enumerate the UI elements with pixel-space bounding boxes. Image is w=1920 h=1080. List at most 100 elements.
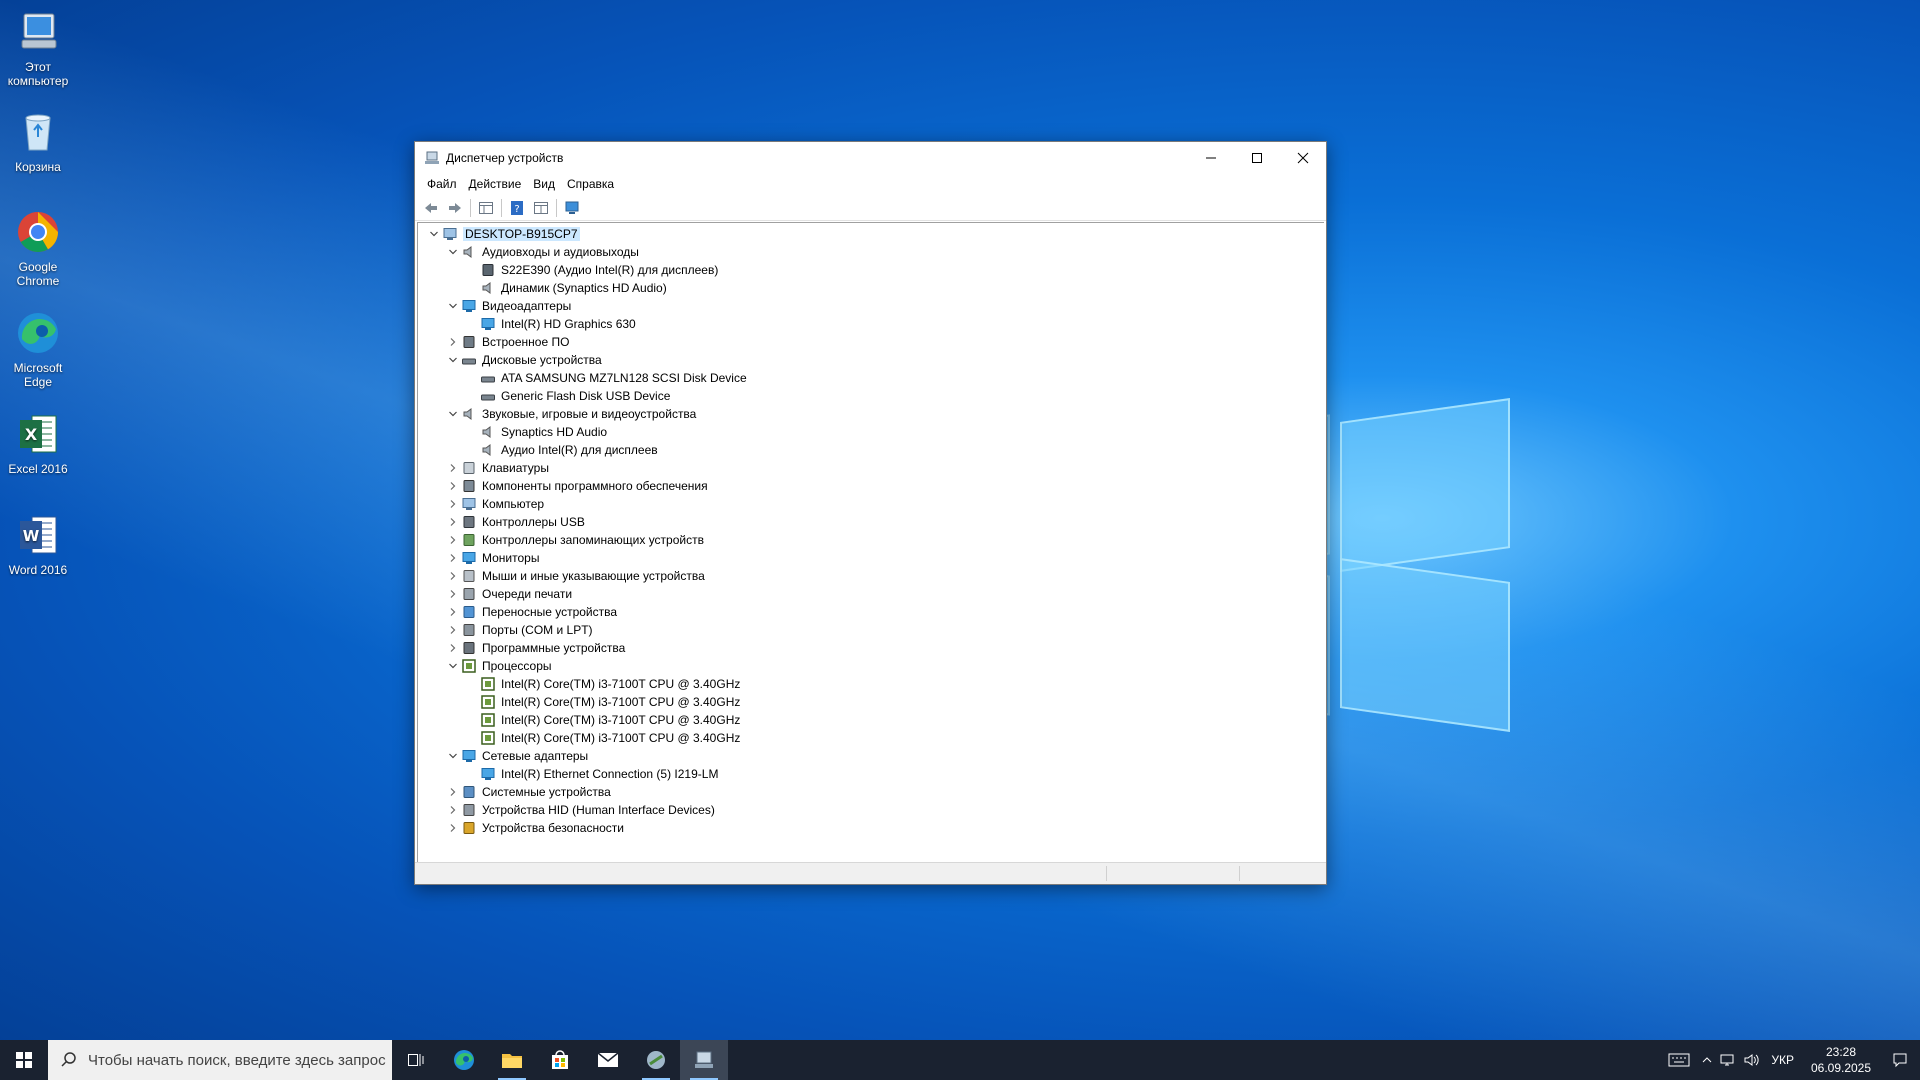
menu-help[interactable]: Справка (561, 177, 620, 191)
desktop-icon-word[interactable]: W Word 2016 (2, 511, 74, 577)
scan-hardware-button[interactable] (560, 197, 584, 219)
tree-category-node[interactable]: Процессоры (445, 657, 552, 675)
chevron-right-icon[interactable] (445, 567, 461, 585)
chevron-right-icon[interactable] (445, 801, 461, 819)
chevron-right-icon[interactable] (445, 513, 461, 531)
taskbar-file-explorer[interactable] (488, 1040, 536, 1080)
menu-action[interactable]: Действие (463, 177, 528, 191)
tree-category-node[interactable]: Устройства HID (Human Interface Devices) (445, 801, 715, 819)
tree-device-node[interactable]: Intel(R) Core(TM) i3-7100T CPU @ 3.40GHz (464, 729, 740, 747)
taskbar-search-box[interactable]: Чтобы начать поиск, введите здесь запрос (48, 1040, 392, 1080)
show-hidden-icons-button[interactable] (1699, 1040, 1715, 1080)
title-bar[interactable]: Диспетчер устройств (415, 142, 1326, 173)
maximize-button[interactable] (1234, 142, 1280, 173)
chevron-down-icon[interactable] (445, 297, 461, 315)
menu-file[interactable]: Файл (421, 177, 463, 191)
device-tree[interactable]: DESKTOP-B915CP7 Аудиовходы и аудиовыходы S… (417, 222, 1324, 862)
tree-category-node[interactable]: Аудиовходы и аудиовыходы (445, 243, 639, 261)
task-view-button[interactable] (392, 1040, 440, 1080)
chevron-right-icon[interactable] (445, 603, 461, 621)
close-button[interactable] (1280, 142, 1326, 173)
taskbar-store[interactable] (536, 1040, 584, 1080)
tree-device-node[interactable]: Generic Flash Disk USB Device (464, 387, 670, 405)
taskbar-edge[interactable] (440, 1040, 488, 1080)
tree-category-node[interactable]: Порты (COM и LPT) (445, 621, 593, 639)
chevron-right-icon[interactable] (445, 639, 461, 657)
chevron-down-icon[interactable] (445, 405, 461, 423)
help-button[interactable]: ? (505, 197, 529, 219)
tree-category-node[interactable]: Клавиатуры (445, 459, 549, 477)
device-manager-window[interactable]: Диспетчер устройств Файл Действие Вид Сп… (414, 141, 1327, 885)
network-adapter-icon (462, 750, 476, 762)
taskbar-app[interactable] (632, 1040, 680, 1080)
tree-category-node[interactable]: Очереди печати (445, 585, 572, 603)
status-bar-divider (1239, 866, 1240, 881)
chevron-right-icon[interactable] (445, 477, 461, 495)
desktop-icon-edge[interactable]: Microsoft Edge (2, 309, 74, 389)
tree-root-node[interactable]: DESKTOP-B915CP7 (426, 225, 580, 243)
tree-category-node[interactable]: Контроллеры запоминающих устройств (445, 531, 704, 549)
chevron-right-icon[interactable] (445, 549, 461, 567)
tree-device-node[interactable]: Intel(R) Core(TM) i3-7100T CPU @ 3.40GHz (464, 711, 740, 729)
chevron-right-icon[interactable] (445, 783, 461, 801)
tree-category-node[interactable]: Программные устройства (445, 639, 625, 657)
action-center-button[interactable] (1880, 1040, 1920, 1080)
chevron-right-icon[interactable] (445, 819, 461, 837)
tree-category-node[interactable]: Дисковые устройства (445, 351, 602, 369)
minimize-button[interactable] (1188, 142, 1234, 173)
clock[interactable]: 23:28 06.09.2025 (1802, 1044, 1880, 1076)
language-indicator[interactable]: УКР (1763, 1053, 1802, 1067)
back-button[interactable] (419, 197, 443, 219)
tree-device-node[interactable]: Intel(R) Core(TM) i3-7100T CPU @ 3.40GHz (464, 693, 740, 711)
processor-icon (481, 713, 495, 727)
tree-device-node[interactable]: Intel(R) Ethernet Connection (5) I219-LM (464, 765, 718, 783)
tree-node-label: Мыши и иные указывающие устройства (482, 569, 705, 583)
tree-category-node[interactable]: Компоненты программного обеспечения (445, 477, 708, 495)
tree-category-node[interactable]: Сетевые адаптеры (445, 747, 588, 765)
chevron-right-icon[interactable] (445, 531, 461, 549)
chevron-right-icon[interactable] (445, 495, 461, 513)
chevron-down-icon[interactable] (426, 225, 442, 243)
chevron-down-icon[interactable] (445, 747, 461, 765)
tree-category-node[interactable]: Звуковые, игровые и видеоустройства (445, 405, 696, 423)
forward-button[interactable] (443, 197, 467, 219)
chevron-down-icon[interactable] (445, 243, 461, 261)
taskbar-device-manager[interactable] (680, 1040, 728, 1080)
tree-category-node[interactable]: Мониторы (445, 549, 539, 567)
chevron-down-icon[interactable] (445, 351, 461, 369)
taskbar-mail[interactable] (584, 1040, 632, 1080)
chevron-right-icon[interactable] (445, 621, 461, 639)
desktop-icon-this-pc[interactable]: Этот компьютер (2, 8, 74, 88)
software-component-icon (463, 480, 475, 492)
chevron-right-icon[interactable] (445, 333, 461, 351)
tree-device-node[interactable]: Intel(R) HD Graphics 630 (464, 315, 636, 333)
desktop-icon-chrome[interactable]: Google Chrome (2, 208, 74, 288)
tree-device-node[interactable]: Intel(R) Core(TM) i3-7100T CPU @ 3.40GHz (464, 675, 740, 693)
tree-device-node[interactable]: Synaptics HD Audio (464, 423, 607, 441)
menu-view[interactable]: Вид (527, 177, 561, 191)
tree-device-node[interactable]: Аудио Intel(R) для дисплеев (464, 441, 658, 459)
tree-category-node[interactable]: Устройства безопасности (445, 819, 624, 837)
tree-category-node[interactable]: Видеоадаптеры (445, 297, 571, 315)
tree-device-node[interactable]: S22E390 (Аудио Intel(R) для дисплеев) (464, 261, 718, 279)
chevron-right-icon[interactable] (445, 585, 461, 603)
chevron-down-icon[interactable] (445, 657, 461, 675)
desktop-icon-recycle-bin[interactable]: Корзина (2, 108, 74, 174)
tree-category-node[interactable]: Переносные устройства (445, 603, 617, 621)
tree-device-node[interactable]: ATA SAMSUNG MZ7LN128 SCSI Disk Device (464, 369, 747, 387)
properties-button[interactable] (529, 197, 553, 219)
tree-device-node[interactable]: Динамик (Synaptics HD Audio) (464, 279, 667, 297)
network-button[interactable] (1715, 1040, 1739, 1080)
show-hide-console-tree-button[interactable] (474, 197, 498, 219)
desktop-icon-excel[interactable]: X Excel 2016 (2, 410, 74, 476)
tree-category-node[interactable]: Встроенное ПО (445, 333, 569, 351)
volume-button[interactable] (1739, 1040, 1763, 1080)
tree-category-node[interactable]: Мыши и иные указывающие устройства (445, 567, 705, 585)
folder-icon (502, 1054, 522, 1068)
start-button[interactable] (0, 1040, 48, 1080)
tree-category-node[interactable]: Контроллеры USB (445, 513, 585, 531)
tree-category-node[interactable]: Системные устройства (445, 783, 611, 801)
chevron-right-icon[interactable] (445, 459, 461, 477)
touch-keyboard-button[interactable] (1659, 1040, 1699, 1080)
tree-category-node[interactable]: Компьютер (445, 495, 544, 513)
